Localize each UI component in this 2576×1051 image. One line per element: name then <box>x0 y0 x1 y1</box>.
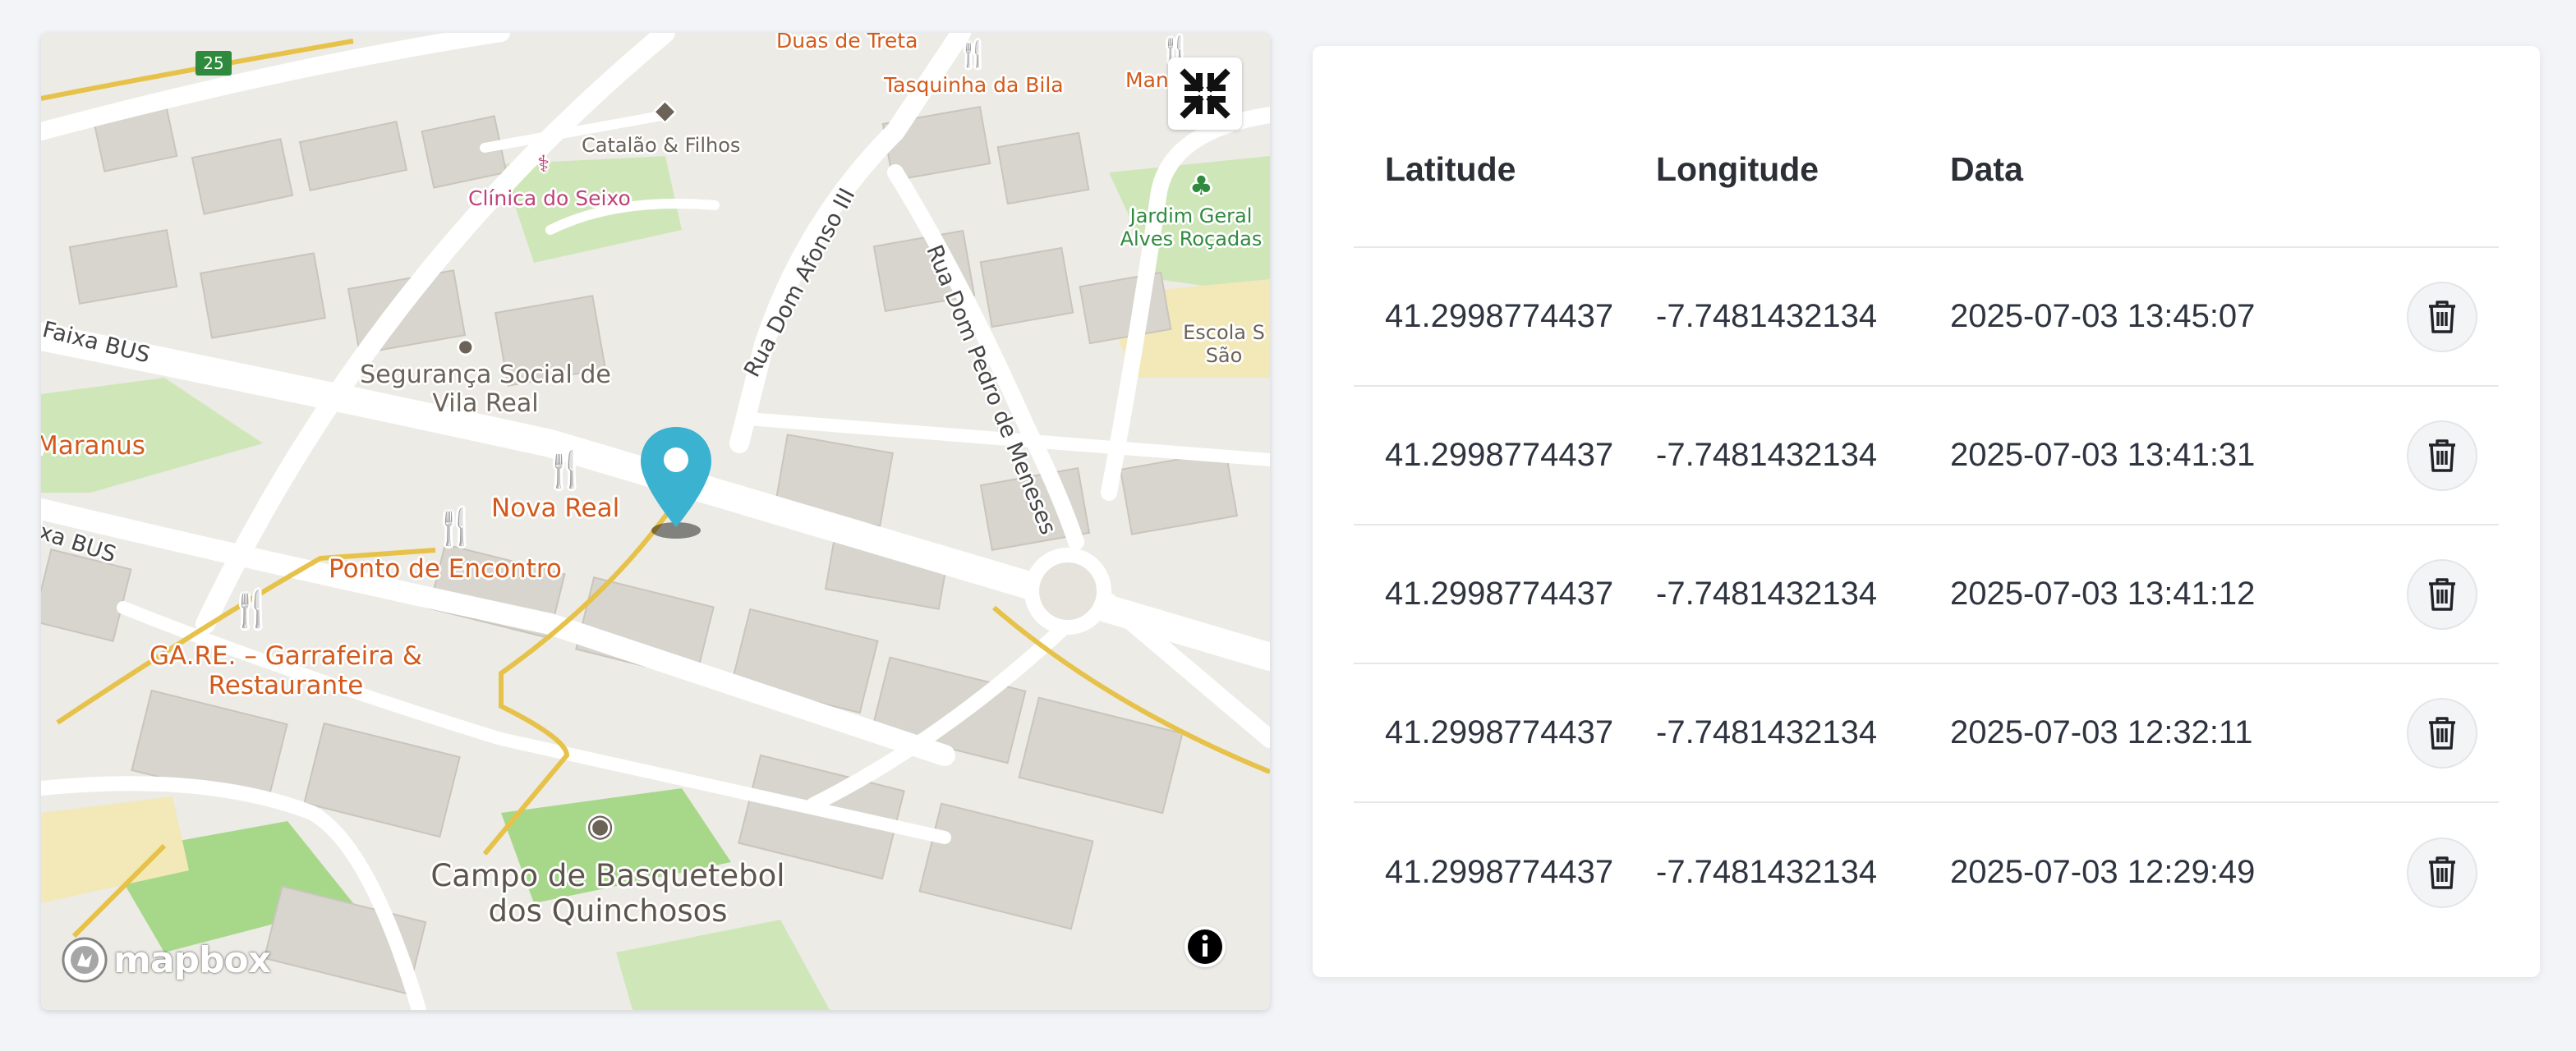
map-label-jardim: Jardim Geral Alves Roçadas <box>1120 204 1263 250</box>
road-shield: 25 <box>196 51 232 76</box>
basketball-icon: ◉ <box>586 807 614 843</box>
exit-fullscreen-icon <box>1180 68 1230 119</box>
cell-latitude: 41.2998774437 <box>1385 298 1614 334</box>
exit-fullscreen-button[interactable] <box>1168 57 1242 130</box>
restaurant-icon: 🍴 <box>958 40 989 69</box>
trash-icon <box>2429 856 2455 889</box>
cell-latitude: 41.2998774437 <box>1385 437 1614 473</box>
cell-date: 2025-07-03 13:45:07 <box>1950 298 2256 334</box>
shop-icon: ◆ <box>656 96 675 125</box>
delete-button[interactable] <box>2407 281 2477 352</box>
delete-button[interactable] <box>2407 837 2477 908</box>
cell-date: 2025-07-03 12:29:49 <box>1950 854 2256 890</box>
cell-longitude: -7.7481432134 <box>1656 298 1878 334</box>
map-label-clinica: Clínica do Seixo <box>468 186 631 210</box>
map-label-nova-real: Nova Real <box>491 493 620 523</box>
map-view[interactable]: 25 Duas de Treta Tasquinha da Bila Mane … <box>41 33 1270 1010</box>
restaurant-icon: 🍴 <box>434 507 477 547</box>
delete-button[interactable] <box>2407 420 2477 491</box>
cell-longitude: -7.7481432134 <box>1656 714 1878 750</box>
delete-button[interactable] <box>2407 558 2477 630</box>
cell-date: 2025-07-03 13:41:31 <box>1950 437 2256 473</box>
trash-icon <box>2429 300 2455 333</box>
table-row: 41.2998774437 -7.7481432134 2025-07-03 1… <box>1354 387 2499 526</box>
table-row: 41.2998774437 -7.7481432134 2025-07-03 1… <box>1354 803 2499 942</box>
mapbox-logo[interactable]: mapbox <box>61 936 271 984</box>
mapbox-logo-icon <box>62 937 108 983</box>
map-label-gare: GA.RE. – Garrafeira & Restaurante <box>149 641 423 700</box>
locations-card: Latitude Longitude Data 41.2998774437 -7… <box>1313 46 2540 977</box>
poi-dot-icon: ● <box>458 336 473 356</box>
cell-actions <box>2385 281 2499 352</box>
cell-date: 2025-07-03 13:41:12 <box>1950 576 2256 612</box>
cell-longitude: -7.7481432134 <box>1656 576 1878 612</box>
cell-date: 2025-07-03 12:32:11 <box>1950 714 2253 750</box>
info-icon <box>1188 929 1222 964</box>
cell-actions <box>2385 420 2499 491</box>
map-label-catalao: Catalão & Filhos <box>582 134 741 157</box>
cell-actions <box>2385 697 2499 769</box>
cell-longitude: -7.7481432134 <box>1656 437 1878 473</box>
trash-icon <box>2429 438 2455 472</box>
delete-button[interactable] <box>2407 697 2477 769</box>
restaurant-icon: 🍴 <box>544 449 587 489</box>
cell-latitude: 41.2998774437 <box>1385 714 1614 750</box>
map-label-duas-de-treta: Duas de Treta <box>776 33 918 53</box>
trash-icon <box>2429 716 2455 750</box>
map-label-maranus: Maranus <box>41 431 145 461</box>
header-longitude: Longitude <box>1656 149 1819 188</box>
map-label-ponto-encontro: Ponto de Encontro <box>329 554 562 584</box>
cell-latitude: 41.2998774437 <box>1385 854 1614 890</box>
table-row: 41.2998774437 -7.7481432134 2025-07-03 1… <box>1354 526 2499 664</box>
table-header: Latitude Longitude Data <box>1354 110 2499 248</box>
map-label-escola: Escola S São <box>1183 321 1265 367</box>
cell-longitude: -7.7481432134 <box>1656 854 1878 890</box>
map-label-campo-basquetebol: Campo de Basquetebol dos Quinchosos <box>430 858 785 929</box>
restaurant-icon: 🍴 <box>230 589 274 629</box>
header-data: Data <box>1950 149 2023 188</box>
location-marker-icon[interactable] <box>637 425 715 544</box>
cell-actions <box>2385 837 2499 908</box>
header-latitude: Latitude <box>1385 149 1516 188</box>
cell-actions <box>2385 558 2499 630</box>
park-icon: ♣ <box>1189 170 1213 201</box>
cell-latitude: 41.2998774437 <box>1385 576 1614 612</box>
map-label-seguranca-social: Segurança Social de Vila Real <box>360 360 611 418</box>
table-row: 41.2998774437 -7.7481432134 2025-07-03 1… <box>1354 664 2499 803</box>
locations-table: Latitude Longitude Data 41.2998774437 -7… <box>1354 110 2499 942</box>
map-label-tasquinha: Tasquinha da Bila <box>884 73 1064 97</box>
mapbox-logo-text: mapbox <box>113 939 271 981</box>
trash-icon <box>2429 577 2455 611</box>
table-row: 41.2998774437 -7.7481432134 2025-07-03 1… <box>1354 248 2499 387</box>
doctor-icon: ⚕ <box>537 150 550 177</box>
attribution-info-button[interactable] <box>1184 926 1226 967</box>
